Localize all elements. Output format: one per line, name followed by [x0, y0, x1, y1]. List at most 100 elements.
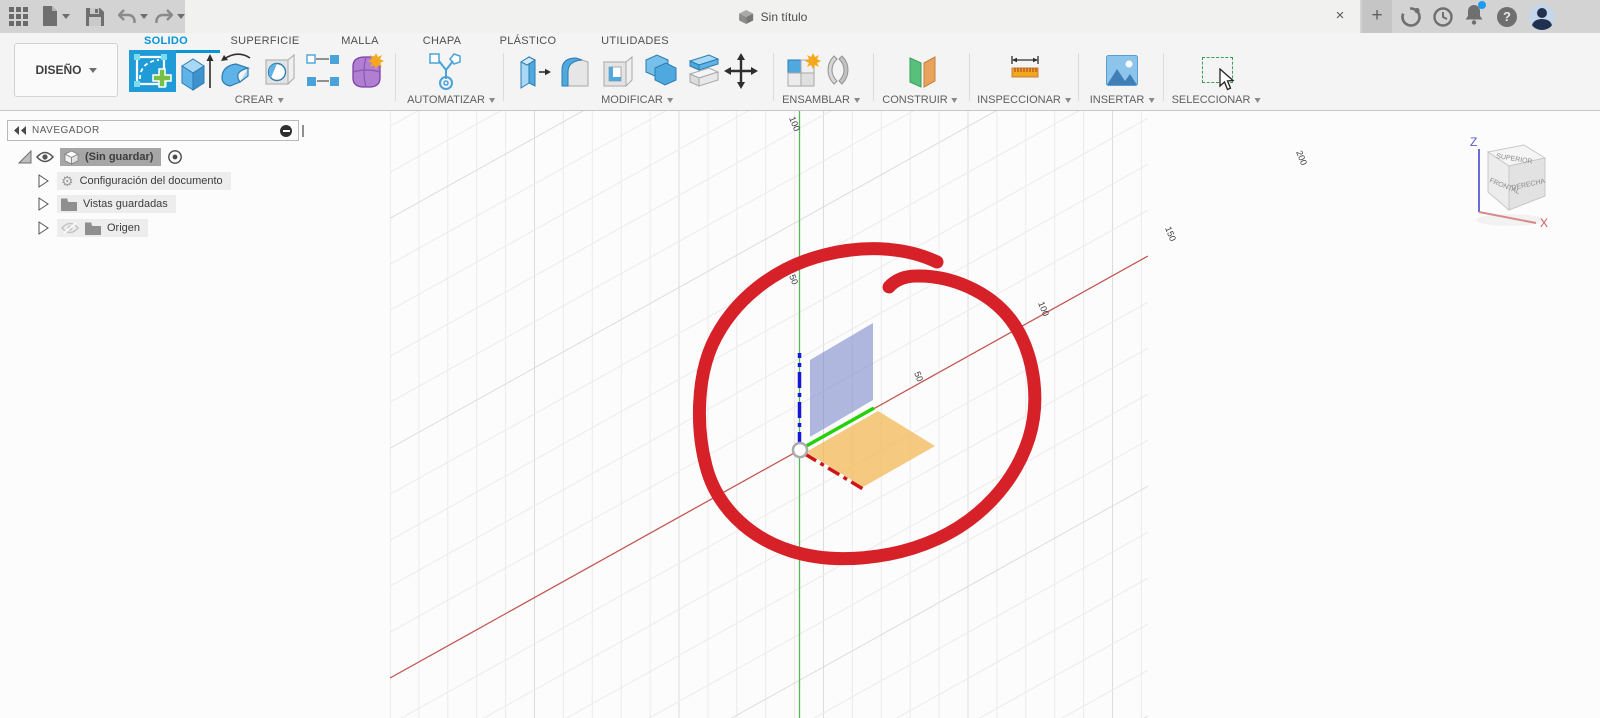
press-pull-icon[interactable]	[516, 52, 552, 92]
dropdown-caret-icon	[277, 97, 284, 103]
workspace-selector[interactable]: DISEÑO	[14, 43, 118, 97]
group-seleccionar[interactable]: SELECCIONAR	[1172, 94, 1261, 106]
axis-tick-label: 100	[1036, 300, 1051, 318]
group-ensamblar[interactable]: ENSAMBLAR	[782, 94, 860, 106]
viewcube[interactable]: Z X SUPERIOR FRONTAL DERECHA	[1448, 130, 1558, 230]
configure-icon[interactable]	[428, 52, 464, 92]
create-sketch-icon[interactable]	[129, 50, 176, 92]
settings-gear-icon: ⚙	[61, 173, 74, 189]
group-automatizar[interactable]: AUTOMATIZAR	[407, 94, 495, 106]
pattern-icon[interactable]	[305, 52, 341, 88]
notifications-icon[interactable]	[1462, 0, 1486, 33]
root-document-label: (Sin guardar)	[85, 151, 154, 163]
construction-plane-icon[interactable]	[906, 52, 938, 90]
document-tab[interactable]: Sin título ×	[185, 0, 1360, 33]
measure-icon[interactable]	[1010, 55, 1040, 81]
close-tab-icon[interactable]: ×	[1330, 6, 1350, 26]
redo-menu-caret-icon[interactable]	[177, 14, 185, 19]
revolve-icon[interactable]	[218, 52, 258, 92]
tree-row-origin[interactable]: Origen	[38, 219, 149, 237]
app-grid-icon[interactable]	[9, 7, 28, 26]
panel-resize-grip[interactable]	[302, 125, 304, 137]
visibility-off-eye-icon[interactable]	[61, 222, 79, 234]
navigator-header[interactable]: NAVEGADOR	[7, 120, 299, 141]
help-icon[interactable]: ?	[1495, 0, 1519, 33]
collapsed-arrow-icon[interactable]	[38, 174, 49, 188]
file-icon[interactable]	[42, 6, 58, 27]
origin-point[interactable]	[791, 441, 809, 459]
collapsed-arrow-icon[interactable]	[38, 221, 49, 235]
tree-item-label: Configuración del documento	[79, 175, 223, 187]
component-cube-icon	[64, 149, 79, 165]
joint-icon[interactable]	[824, 52, 852, 88]
group-modificar[interactable]: MODIFICAR	[601, 94, 673, 106]
save-icon[interactable]	[86, 8, 104, 26]
grid-line	[390, 117, 1148, 541]
grid-line	[978, 623, 1148, 718]
collapse-panel-icon[interactable]	[14, 126, 26, 135]
grid-line	[648, 439, 1148, 718]
tab-plastico[interactable]: PLÁSTICO	[500, 35, 557, 49]
tab-solido[interactable]: SOLIDO	[144, 35, 188, 49]
fillet-icon[interactable]	[558, 52, 592, 90]
tab-chapa[interactable]: CHAPA	[423, 35, 462, 49]
tree-row-root[interactable]: (Sin guardar)	[18, 148, 183, 166]
split-body-icon[interactable]	[687, 52, 721, 90]
collapse-all-icon[interactable]	[280, 124, 292, 137]
group-separator	[1163, 53, 1164, 101]
annotation-circle	[692, 242, 1042, 566]
tree-row-document-settings[interactable]: ⚙ Configuración del documento	[38, 172, 231, 190]
dropdown-caret-icon	[666, 97, 673, 103]
tab-utilidades[interactable]: UTILIDADES	[601, 35, 669, 49]
visibility-eye-icon[interactable]	[36, 151, 54, 163]
user-avatar[interactable]	[1528, 0, 1556, 33]
collapsed-arrow-icon[interactable]	[38, 197, 49, 211]
workspace-caret-icon	[88, 67, 97, 73]
tree-item-label: Vistas guardadas	[83, 198, 168, 210]
file-menu-caret-icon[interactable]	[62, 14, 70, 19]
undo-menu-caret-icon[interactable]	[140, 14, 148, 19]
group-construir[interactable]: CONSTRUIR	[882, 94, 958, 106]
group-crear[interactable]: CREAR	[235, 94, 284, 106]
dropdown-caret-icon	[1254, 97, 1261, 103]
shell-icon[interactable]	[600, 52, 634, 90]
dropdown-caret-icon	[1064, 97, 1071, 103]
new-component-icon[interactable]	[785, 52, 823, 90]
dropdown-caret-icon	[1148, 97, 1155, 103]
expanded-arrow-icon[interactable]	[18, 150, 32, 164]
tree-item-label: Origen	[107, 222, 141, 234]
new-tab-button[interactable]: +	[1362, 0, 1392, 33]
dropdown-caret-icon	[488, 97, 495, 103]
tab-superficie[interactable]: SUPERFICIE	[230, 35, 299, 49]
grid-line	[1061, 669, 1148, 718]
form-icon[interactable]	[349, 52, 385, 90]
combine-icon[interactable]	[643, 52, 679, 88]
group-separator	[773, 53, 774, 101]
axis-tick-label: 200	[1294, 149, 1309, 167]
extensions-icon[interactable]	[1399, 0, 1423, 33]
hole-icon[interactable]	[262, 52, 296, 90]
grid-x-axis-line	[390, 255, 1148, 679]
dropdown-caret-icon	[853, 97, 860, 103]
tab-malla[interactable]: MALLA	[341, 35, 379, 49]
group-insertar[interactable]: INSERTAR	[1090, 94, 1155, 106]
viewcube-x-label: X	[1540, 216, 1548, 230]
grid-line	[565, 393, 1148, 718]
undo-icon[interactable]	[118, 9, 136, 25]
insert-image-icon[interactable]	[1106, 55, 1138, 86]
job-status-icon[interactable]	[1431, 0, 1455, 33]
toolbar-ribbon: DISEÑO SOLIDO SUPERFICIE MALLA CHAPA PLÁ…	[0, 33, 1600, 111]
group-separator	[503, 53, 504, 101]
redo-icon[interactable]	[155, 9, 173, 25]
document-cube-icon	[738, 9, 753, 24]
group-separator	[1078, 53, 1079, 101]
axis-tick-label: 150	[1163, 225, 1178, 243]
fusion-window: 100 50 50 100 150 200 Z X SUPERIOR FRONT…	[0, 0, 1600, 718]
workspace-label: DISEÑO	[35, 63, 82, 77]
extrude-icon[interactable]	[180, 52, 214, 94]
tree-row-saved-views[interactable]: Vistas guardadas	[38, 195, 176, 213]
title-bar: Sin título × + ?	[0, 0, 1600, 33]
move-icon[interactable]	[724, 52, 758, 90]
activate-component-icon[interactable]	[167, 149, 183, 165]
group-inspeccionar[interactable]: INSPECCIONAR	[977, 94, 1071, 106]
